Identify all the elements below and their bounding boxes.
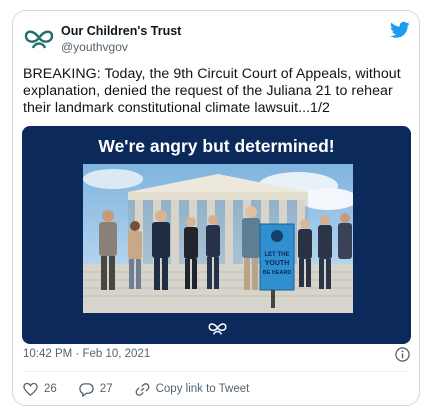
- author-handle[interactable]: @youthvgov: [61, 40, 128, 54]
- author-avatar[interactable]: [22, 21, 56, 55]
- copy-link-button[interactable]: Copy link to Tweet: [135, 382, 250, 397]
- tweet-actions: 26 27 Copy link to Tweet: [23, 379, 249, 399]
- tweet-timestamp[interactable]: 10:42 PM · Feb 10, 2021: [23, 348, 150, 360]
- banner-line-2: YOUTH: [265, 260, 290, 267]
- reply-count: 27: [99, 383, 113, 395]
- tweet-media[interactable]: We're angry but determined! LET THE YOUT…: [22, 126, 411, 344]
- info-icon[interactable]: [395, 347, 410, 362]
- logo-icon: [208, 323, 227, 335]
- author-name[interactable]: Our Children's Trust: [61, 24, 181, 38]
- banner-line-3: BE HEARD: [263, 270, 292, 276]
- reply-icon: [79, 382, 94, 397]
- heart-icon: [23, 382, 38, 396]
- copy-link-label: Copy link to Tweet: [155, 383, 250, 395]
- twitter-bird-icon[interactable]: [390, 21, 410, 39]
- tweet-card[interactable]: Our Children's Trust @youthvgov BREAKING…: [12, 10, 420, 406]
- like-count: 26: [44, 383, 57, 395]
- media-headline: We're angry but determined!: [98, 136, 335, 156]
- tweet-text: BREAKING: Today, the 9th Circuit Court o…: [23, 66, 401, 116]
- logo-icon: [24, 30, 54, 49]
- reply-button[interactable]: 27: [79, 382, 113, 397]
- link-icon: [135, 382, 150, 396]
- banner-line-1: LET THE: [265, 252, 290, 258]
- media-photo: LET THE YOUTH BE HEARD: [83, 164, 353, 313]
- divider: [23, 371, 409, 372]
- press-photo: LET THE YOUTH BE HEARD: [83, 169, 353, 313]
- like-button[interactable]: 26: [23, 382, 57, 397]
